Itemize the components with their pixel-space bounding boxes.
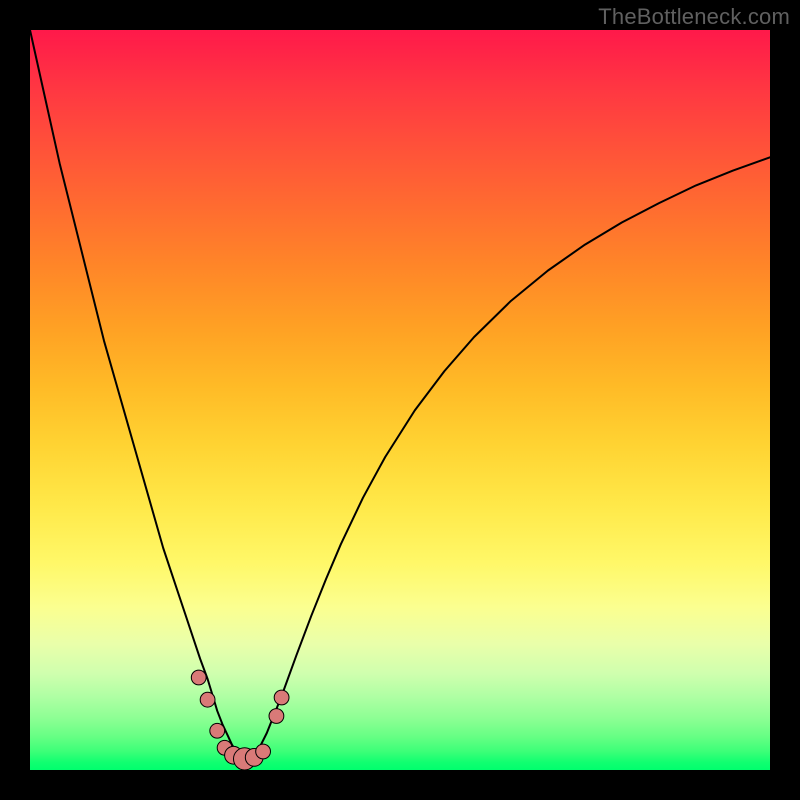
data-marker [200,692,215,707]
data-marker [269,709,284,724]
data-marker [191,670,206,685]
data-marker [274,690,289,705]
curve-left-branch [30,30,245,764]
chart-svg [30,30,770,770]
data-marker [210,723,225,738]
attribution-text: TheBottleneck.com [598,4,790,30]
markers-group [191,670,289,770]
data-marker [256,744,271,759]
curve-right-branch [252,157,770,762]
chart-frame: TheBottleneck.com [0,0,800,800]
plot-area [30,30,770,770]
